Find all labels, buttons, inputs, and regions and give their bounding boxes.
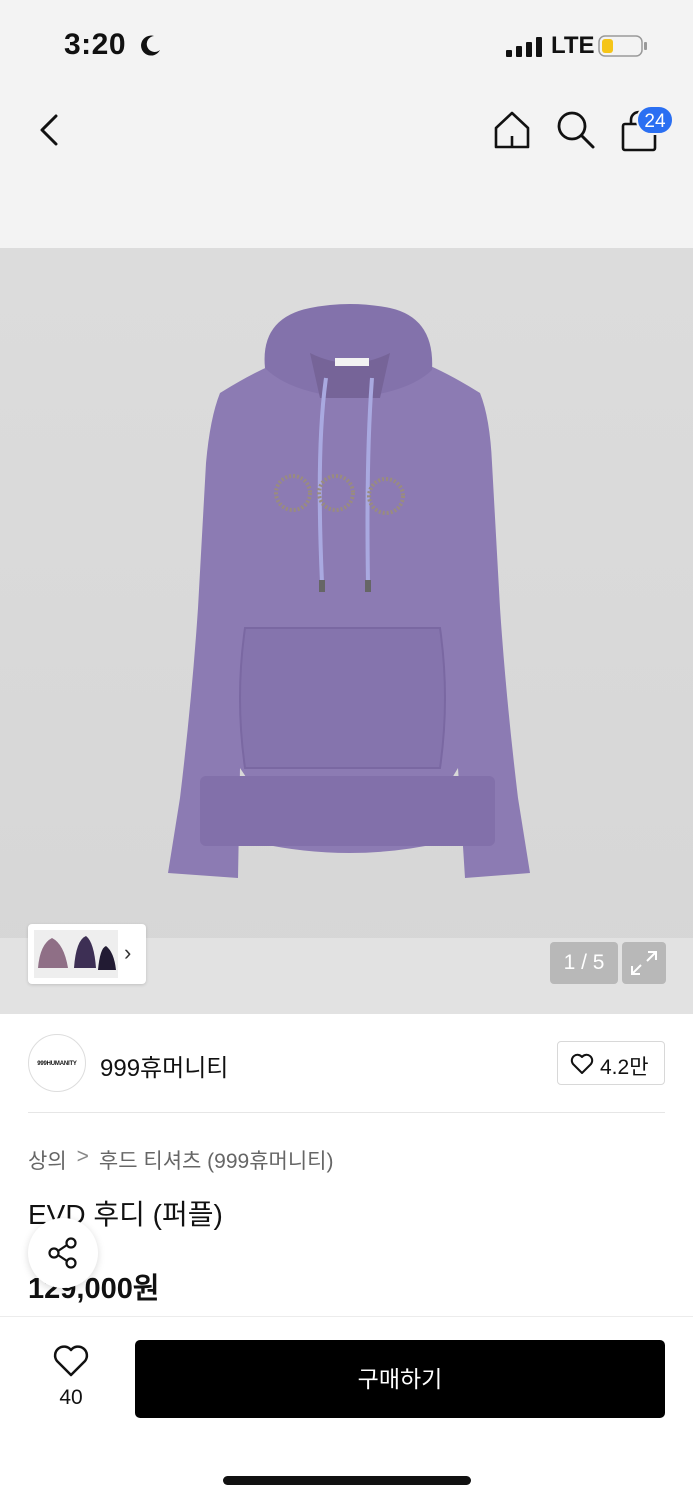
expand-icon[interactable] [622, 942, 666, 984]
variant-thumbnail-image [34, 930, 118, 978]
brand-like-count: 4.2만 [600, 1056, 649, 1079]
moon-icon [141, 35, 160, 56]
chevron-right-icon[interactable]: › [124, 940, 131, 966]
battery-icon [598, 35, 647, 57]
signal-icon [506, 37, 542, 57]
share-button[interactable] [28, 1218, 98, 1288]
breadcrumb: 상의 > 후드 티셔츠 (999휴머니티) [28, 1145, 333, 1175]
back-icon[interactable] [30, 110, 70, 150]
brand-like-button[interactable]: 4.2만 [557, 1041, 665, 1085]
buy-button[interactable]: 구매하기 [135, 1340, 665, 1418]
share-icon [48, 1237, 77, 1269]
cart-badge: 24 [636, 105, 674, 135]
status-time: 3:20 [64, 28, 127, 61]
search-icon[interactable] [554, 108, 598, 152]
product-photo [168, 304, 530, 878]
wishlist-button[interactable]: 40 [40, 1342, 102, 1412]
breadcrumb-category[interactable]: 상의 [28, 1145, 67, 1175]
home-indicator [223, 1476, 471, 1485]
brand-logo[interactable]: 999HUMANITY [28, 1034, 86, 1092]
divider [28, 1112, 665, 1113]
heart-icon [53, 1345, 89, 1377]
breadcrumb-subcategory[interactable]: 후드 티셔츠 (999휴머니티) [99, 1145, 334, 1175]
image-page-indicator: 1 / 5 [550, 942, 618, 984]
network-type: LTE [551, 32, 595, 59]
color-variant-thumbnails[interactable]: › [28, 924, 146, 984]
heart-icon [570, 1053, 594, 1074]
product-image-gallery[interactable]: › 1 / 5 [0, 248, 693, 1014]
wishlist-count: 40 [59, 1386, 83, 1409]
breadcrumb-separator-icon: > [76, 1145, 89, 1168]
header-bar [0, 92, 693, 248]
status-bar: 3:20 LTE [0, 0, 693, 92]
home-icon[interactable] [490, 108, 534, 152]
brand-name[interactable]: 999휴머니티 [100, 1048, 228, 1083]
